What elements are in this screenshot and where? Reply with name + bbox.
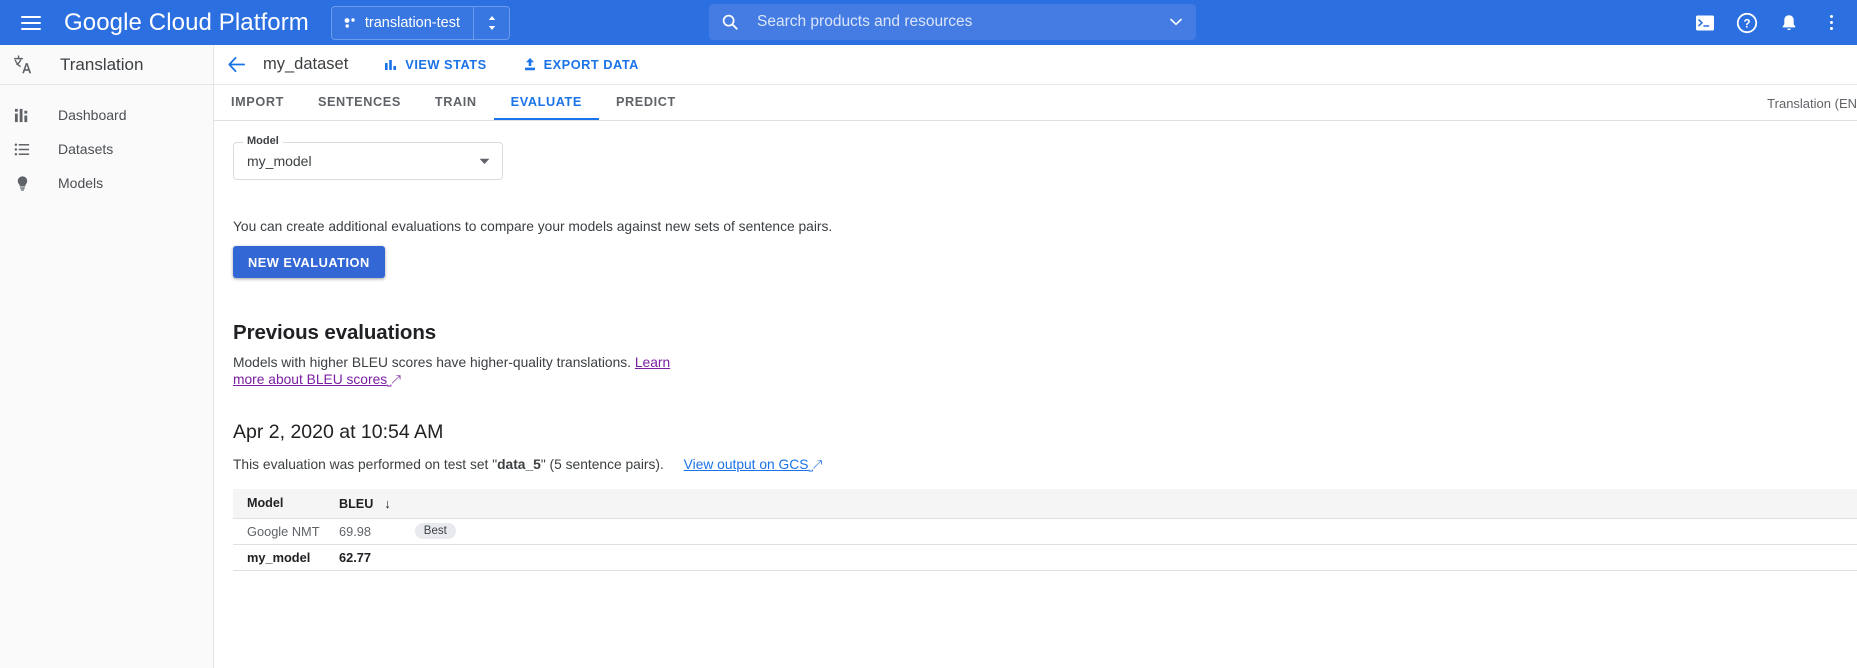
list-icon: [11, 141, 33, 158]
column-header-bleu-label: BLEU: [339, 497, 373, 511]
bleu-note-text: Models with higher BLEU scores have high…: [233, 355, 631, 370]
left-sidebar: Translation Dashboard: [0, 45, 214, 668]
table-row[interactable]: my_model 62.77: [233, 544, 1857, 570]
table-header-row: Model BLEU ↓: [233, 489, 1857, 518]
tab-bar: IMPORT SENTENCES TRAIN EVALUATE PREDICT …: [214, 85, 1857, 121]
view-stats-label: VIEW STATS: [405, 57, 486, 72]
notifications-bell-icon[interactable]: [1771, 5, 1807, 41]
table-head: Model BLEU ↓: [233, 489, 1857, 518]
project-name: translation-test: [365, 15, 460, 31]
open-in-new-icon[interactable]: ⎵↗: [387, 375, 400, 388]
cell-model-name: my_model: [233, 544, 325, 570]
sidebar-item-datasets[interactable]: Datasets: [0, 132, 213, 166]
column-header-bleu[interactable]: BLEU ↓: [325, 489, 391, 518]
kebab-dot: [1830, 15, 1833, 18]
cell-badge: [391, 544, 1857, 570]
unfold-more-icon[interactable]: [474, 7, 509, 39]
dropdown-arrow-icon[interactable]: [479, 158, 490, 165]
view-output-on-gcs-link[interactable]: View output on GCS: [684, 457, 809, 472]
search-input[interactable]: Search products and resources: [709, 4, 1196, 40]
open-in-new-icon[interactable]: ⎵↗: [808, 460, 821, 473]
status-badge: Best: [415, 523, 456, 539]
main-content: my_dataset VIEW STATS: [214, 45, 1857, 668]
evaluation-description: This evaluation was performed on test se…: [233, 457, 822, 473]
export-data-label: EXPORT DATA: [544, 57, 639, 72]
kebab-dot: [1830, 21, 1833, 24]
evaluation-date: Apr 2, 2020 at 10:54 AM: [233, 421, 443, 444]
evaluation-results-table: Model BLEU ↓ Google NMT 69.98 Best: [233, 489, 1857, 571]
translation-direction-label: Translation (EN: [1767, 85, 1857, 121]
dashboard-icon: [11, 107, 33, 124]
top-app-bar: Google Cloud Platform translation-test: [0, 0, 1857, 45]
bleu-note: Models with higher BLEU scores have high…: [233, 355, 673, 389]
more-options-kebab-icon[interactable]: [1813, 5, 1849, 41]
svg-text:?: ?: [1743, 18, 1750, 30]
product-title: Translation: [60, 55, 143, 75]
cloud-shell-icon[interactable]: [1687, 5, 1723, 41]
page-header: my_dataset VIEW STATS: [214, 45, 1857, 85]
product-header: Translation: [0, 45, 213, 85]
lightbulb-icon: [11, 175, 33, 192]
column-header-model[interactable]: Model: [233, 489, 325, 518]
search-icon: [721, 13, 739, 31]
project-selector-name-area[interactable]: translation-test: [332, 7, 474, 39]
sidebar-item-dashboard[interactable]: Dashboard: [0, 98, 213, 132]
table-body: Google NMT 69.98 Best my_model 62.77: [233, 518, 1857, 570]
cell-model-name: Google NMT: [233, 518, 325, 544]
tab-train[interactable]: TRAIN: [418, 84, 494, 120]
chevron-down-icon[interactable]: [1170, 18, 1182, 26]
model-select-value: my_model: [247, 153, 479, 169]
hamburger-line: [21, 28, 41, 30]
column-header-model-label: Model: [247, 496, 283, 510]
evaluation-test-set-name: data_5: [497, 457, 541, 472]
project-selector[interactable]: translation-test: [331, 6, 510, 40]
sidebar-item-models[interactable]: Models: [0, 166, 213, 200]
evaluation-description-prefix: This evaluation was performed on test se…: [233, 457, 497, 472]
sidebar-nav-list: Dashboard Datasets: [0, 85, 213, 200]
tab-sentences[interactable]: SENTENCES: [301, 84, 418, 120]
page-title: my_dataset: [263, 55, 348, 74]
sort-descending-icon[interactable]: ↓: [384, 496, 391, 511]
model-select-label: Model: [243, 135, 283, 147]
project-dots-icon: [343, 16, 357, 30]
view-stats-button[interactable]: VIEW STATS: [384, 57, 486, 72]
tab-evaluate[interactable]: EVALUATE: [494, 84, 599, 120]
tab-import[interactable]: IMPORT: [214, 84, 301, 120]
upload-icon: [523, 57, 537, 72]
model-picker: my_model Model: [233, 142, 503, 180]
previous-evaluations-heading: Previous evaluations: [233, 321, 436, 345]
sidebar-item-label: Models: [58, 175, 103, 191]
hamburger-line: [21, 16, 41, 18]
topbar-icon-group: ?: [1687, 0, 1849, 45]
hamburger-menu-icon[interactable]: [8, 0, 54, 45]
model-select[interactable]: my_model: [233, 142, 503, 180]
arrow-back-icon[interactable]: [214, 45, 258, 85]
sidebar-item-label: Dashboard: [58, 107, 127, 123]
column-header-spacer: [391, 489, 1857, 518]
hamburger-line: [21, 22, 41, 24]
bar-chart-icon: [384, 58, 398, 72]
cell-bleu-score: 62.77: [325, 544, 391, 570]
sidebar-item-label: Datasets: [58, 141, 113, 157]
kebab-dot: [1830, 27, 1833, 30]
tab-predict[interactable]: PREDICT: [599, 84, 693, 120]
new-evaluation-button[interactable]: NEW EVALUATION: [233, 246, 385, 278]
evaluation-description-suffix: " (5 sentence pairs).: [541, 457, 664, 472]
cell-badge: Best: [391, 518, 1857, 544]
export-data-button[interactable]: EXPORT DATA: [523, 57, 639, 72]
help-icon[interactable]: ?: [1729, 5, 1765, 41]
table-row[interactable]: Google NMT 69.98 Best: [233, 518, 1857, 544]
cell-bleu-score: 69.98: [325, 518, 391, 544]
evaluate-helper-text: You can create additional evaluations to…: [233, 219, 832, 234]
brand-title[interactable]: Google Cloud Platform: [64, 9, 309, 37]
translate-icon: [11, 53, 35, 76]
search-placeholder-text: Search products and resources: [757, 13, 1170, 31]
